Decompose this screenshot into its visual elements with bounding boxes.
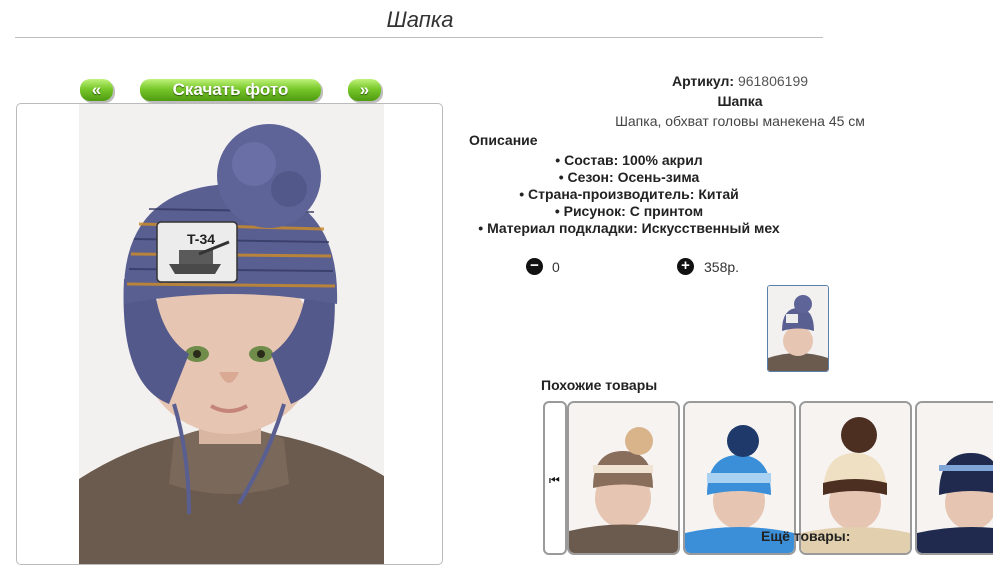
svg-text:T-34: T-34 <box>187 231 215 247</box>
carousel-prev-button[interactable]: ⏮ <box>543 401 567 555</box>
similar-product-image <box>569 403 678 553</box>
description-heading: Описание <box>469 132 538 148</box>
title-divider <box>15 37 823 38</box>
more-products-link[interactable]: Ещё товары: <box>761 528 850 544</box>
price-value: 358р. <box>704 259 740 275</box>
similar-product-image <box>917 403 993 553</box>
next-photo-button[interactable]: » <box>348 79 381 101</box>
description-item: Страна-производитель: Китай <box>469 186 789 203</box>
similar-product-card[interactable] <box>915 401 993 555</box>
minus-circle-icon[interactable]: − <box>526 258 543 275</box>
product-photo: T-34 <box>79 104 384 564</box>
product-short-description: Шапка, обхват головы манекена 45 см <box>615 113 865 129</box>
similar-heading: Похожие товары <box>541 377 658 393</box>
article-label: Артикул: <box>671 73 735 89</box>
description-list: Состав: 100% акрил Сезон: Осень-зима Стр… <box>469 152 789 237</box>
product-name: Шапка <box>717 93 763 109</box>
plus-circle-icon[interactable]: + <box>677 258 694 275</box>
description-item: Состав: 100% акрил <box>469 152 789 169</box>
thumbnail-image <box>768 286 828 371</box>
description-item: Рисунок: С принтом <box>469 203 789 220</box>
product-photo-frame: T-34 <box>16 103 443 565</box>
skip-back-icon: ⏮ <box>549 473 560 487</box>
page-title: Шапка <box>386 7 454 32</box>
quantity-value: 0 <box>552 259 560 275</box>
photo-thumbnail[interactable] <box>767 285 829 372</box>
article-value: 961806199 <box>737 73 809 89</box>
description-item: Сезон: Осень-зима <box>469 169 789 186</box>
download-photo-button[interactable]: Скачать фото <box>140 79 321 101</box>
similar-product-card[interactable] <box>567 401 680 555</box>
description-item: Материал подкладки: Искусственный мех <box>469 220 789 237</box>
article-line: Артикул: 961806199 <box>580 73 900 89</box>
prev-photo-button[interactable]: « <box>80 79 113 101</box>
